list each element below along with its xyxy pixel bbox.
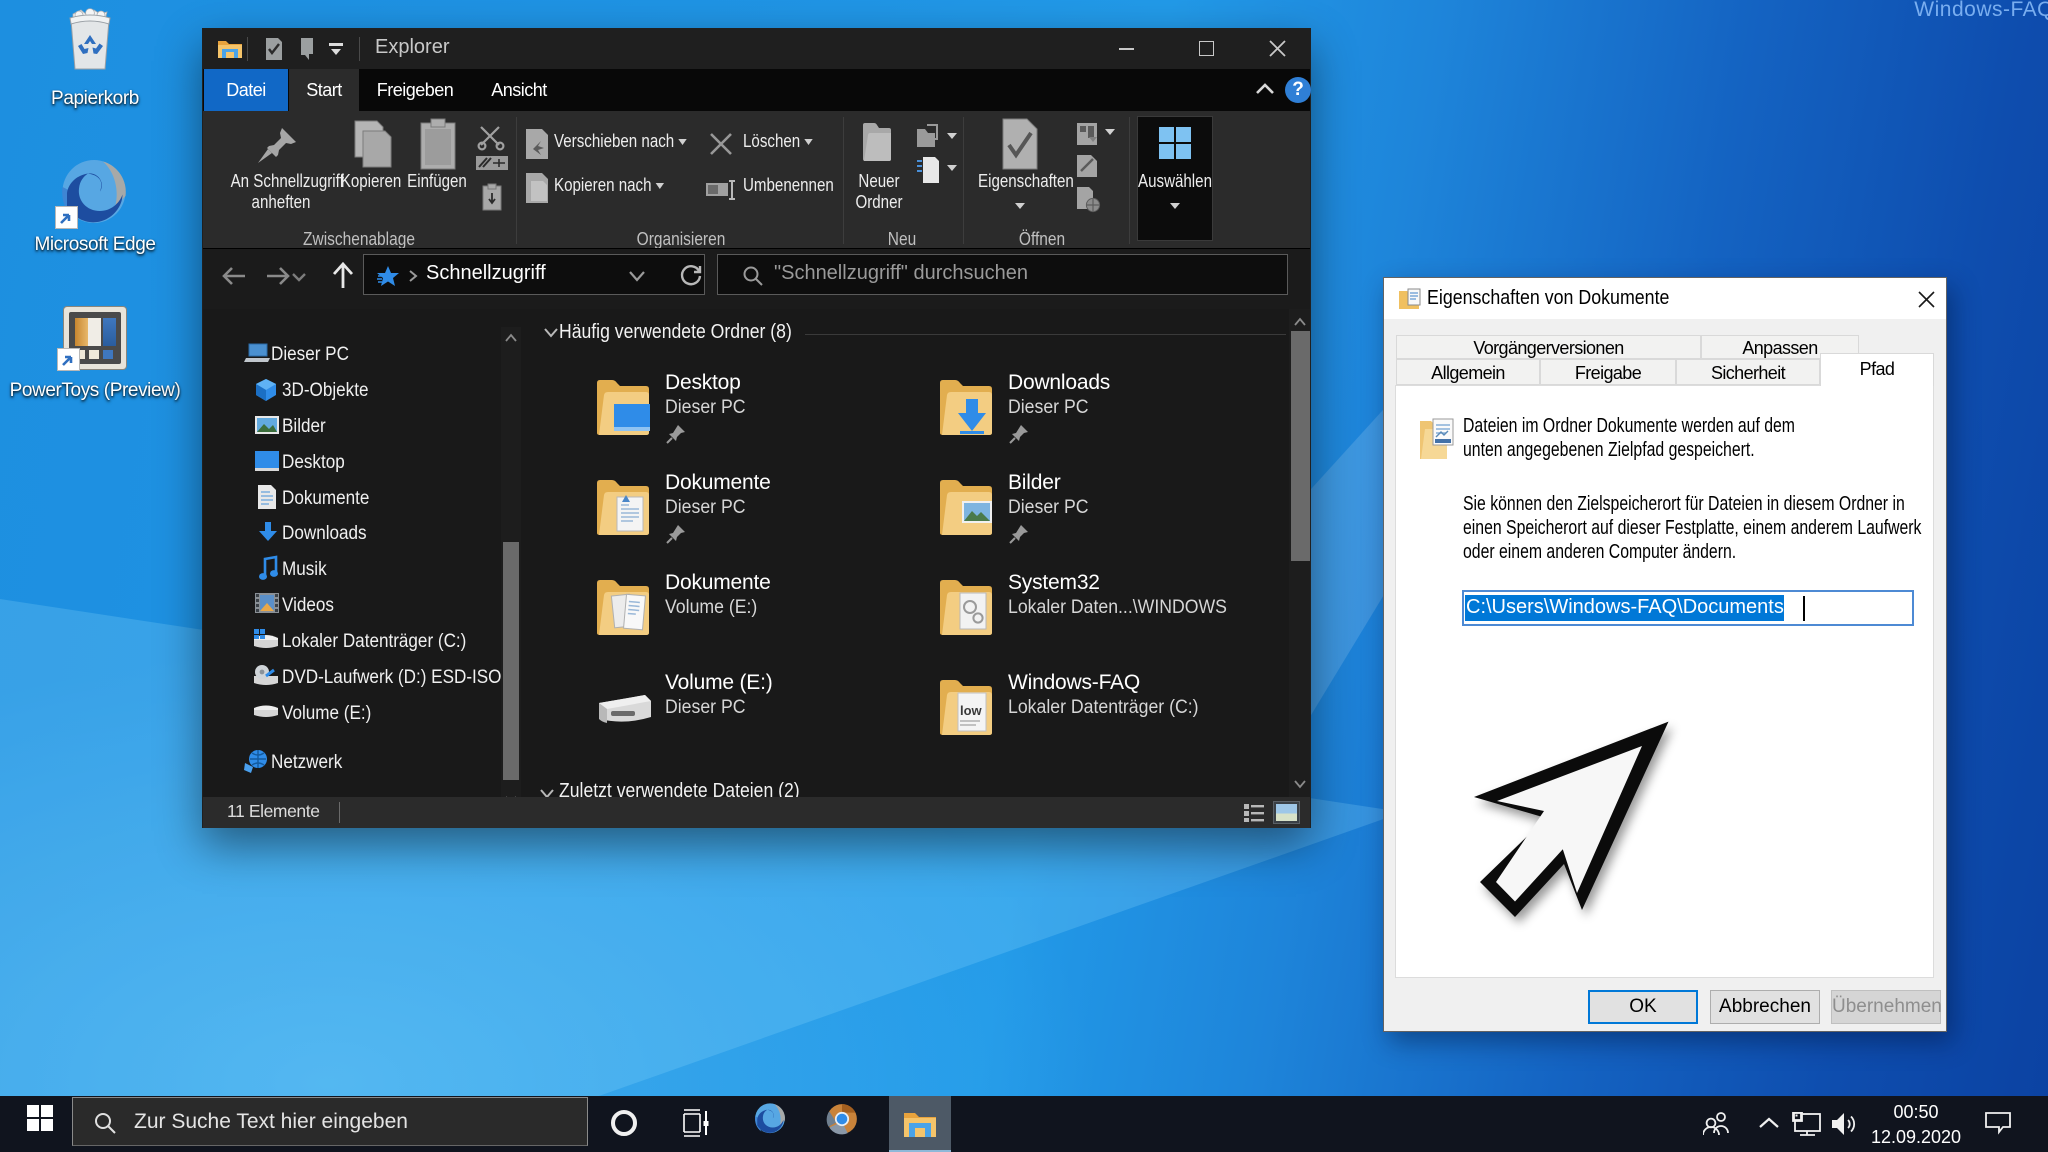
svg-text:low: low xyxy=(960,703,983,718)
